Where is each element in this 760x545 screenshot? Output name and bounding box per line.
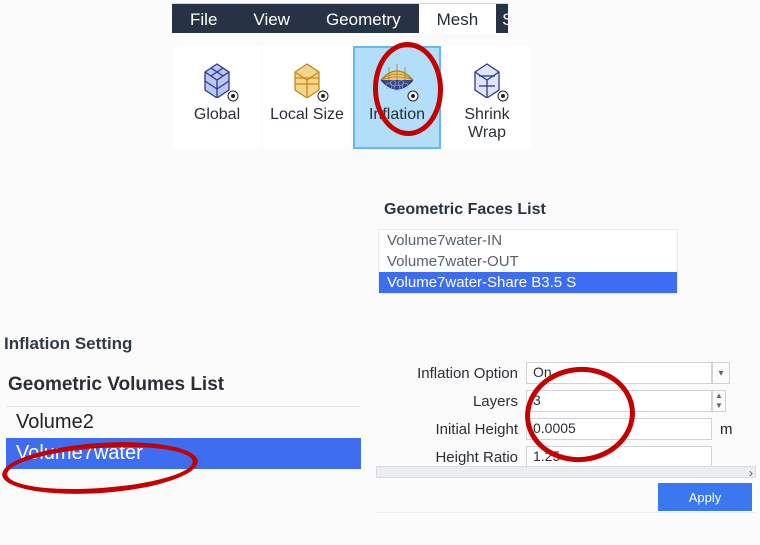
face-item-selected[interactable]: Volume7water-Share B3.5 S [379,272,677,293]
ribbon: Global Local Size [173,36,531,149]
inflation-params: Inflation Option On ▾ Layers 3 ▲▼ Initia… [378,362,758,474]
geometric-faces-panel: Geometric Faces List Volume7water-IN Vol… [378,195,756,294]
initial-height-label: Initial Height [378,421,526,438]
menu-view[interactable]: View [235,4,308,33]
local-size-icon [267,54,347,102]
geometric-faces-list[interactable]: Volume7water-IN Volume7water-OUT Volume7… [378,229,678,294]
height-ratio-label: Height Ratio [378,449,526,466]
ribbon-global-label: Global [177,106,257,124]
ribbon-inflation[interactable]: Inflation [353,46,441,149]
face-item[interactable]: Volume7water-OUT [379,251,677,272]
inflation-icon [357,54,437,102]
ribbon-inflation-label: Inflation [357,106,437,124]
menu-cutoff[interactable]: S [496,4,508,33]
volume-item[interactable]: Volume2 [6,407,361,438]
ribbon-shrink-wrap-label: Shrink Wrap [447,106,527,143]
inflation-option-label: Inflation Option [378,365,526,382]
ribbon-local-size-label: Local Size [267,106,347,124]
menu-file[interactable]: File [172,4,235,33]
layers-label: Layers [378,393,526,410]
initial-height-input[interactable]: 0.0005 [526,418,712,440]
ribbon-shrink-wrap[interactable]: Shrink Wrap [443,46,531,149]
global-mesh-icon [177,54,257,102]
chevron-down-icon[interactable]: ▾ [712,362,730,384]
menu-geometry[interactable]: Geometry [308,4,419,33]
face-item[interactable]: Volume7water-IN [379,230,677,251]
inflation-setting-panel: Inflation Setting Geometric Volumes List… [2,330,367,469]
shrink-wrap-icon [447,54,527,102]
menu-bar: File View Geometry Mesh S [172,3,508,33]
ribbon-global[interactable]: Global [173,46,261,149]
geometric-volumes-heading: Geometric Volumes List [2,370,367,406]
chevron-right-icon[interactable]: › [749,466,753,480]
horizontal-scrollbar[interactable]: › [376,466,756,478]
height-ratio-input[interactable]: 1.25 [526,446,712,468]
layers-input[interactable]: 3 [526,390,712,412]
initial-height-unit: m [712,421,733,438]
apply-button[interactable]: Apply [658,483,752,511]
menu-mesh[interactable]: Mesh [419,4,497,33]
geometric-faces-heading: Geometric Faces List [378,195,756,229]
inflation-setting-title: Inflation Setting [2,330,367,370]
volume-item-selected[interactable]: Volume7water [6,438,361,469]
layers-stepper[interactable]: ▲▼ [712,390,726,412]
geometric-volumes-list[interactable]: Volume2 Volume7water [6,406,361,469]
ribbon-local-size[interactable]: Local Size [263,46,351,149]
inflation-option-select[interactable]: On [526,362,712,384]
divider [376,512,756,513]
